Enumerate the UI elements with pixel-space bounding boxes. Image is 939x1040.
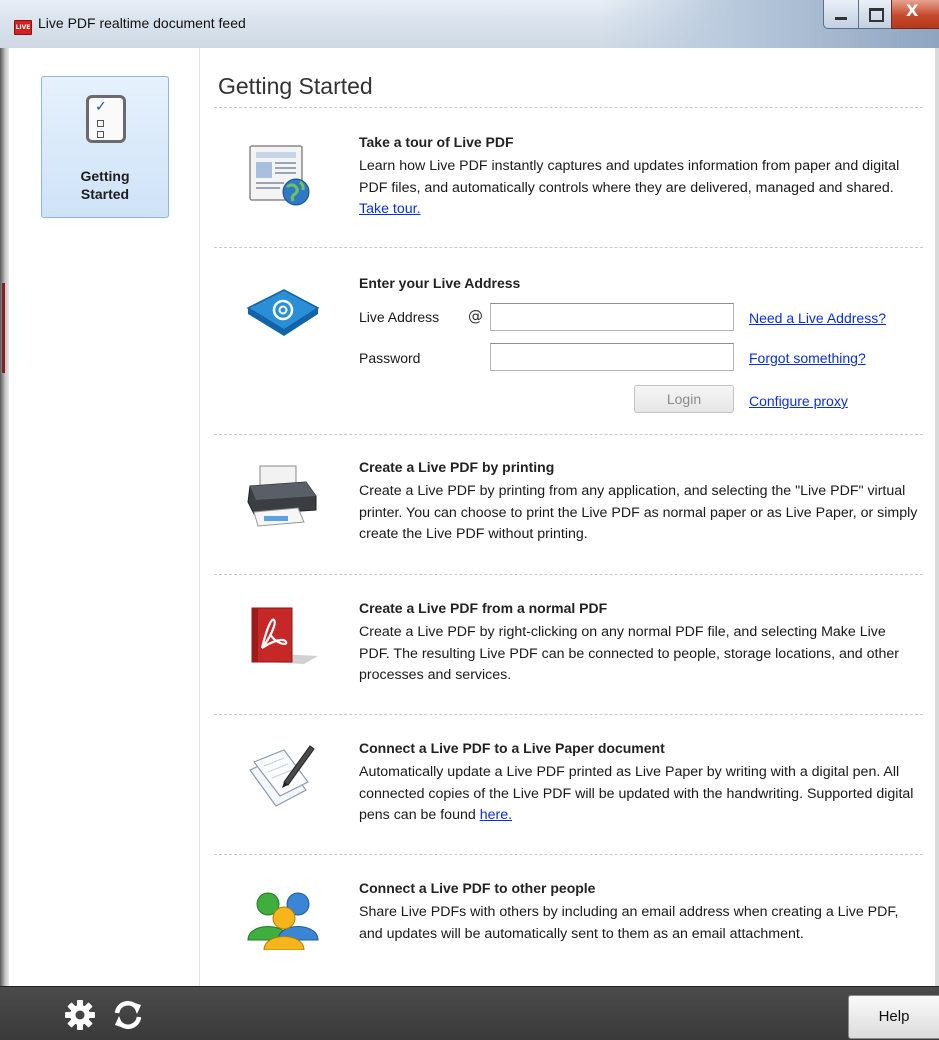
close-icon: X [906, 1, 919, 20]
print-heading: Create a Live PDF by printing [359, 459, 555, 475]
window-frame-left [0, 48, 9, 986]
main-content: Getting Started Take a tour of Live PDF … [200, 48, 935, 986]
divider [214, 574, 923, 575]
live-paper-body-text: Automatically update a Live PDF printed … [359, 764, 914, 823]
divider [214, 247, 923, 248]
live-address-input[interactable] [490, 303, 734, 331]
live-paper-description: Automatically update a Live PDF printed … [359, 762, 919, 827]
sidebar-item-getting-started[interactable]: ✓ Getting Started [41, 76, 169, 218]
page-title: Getting Started [218, 73, 373, 99]
login-heading: Enter your Live Address [359, 275, 521, 291]
window-title: Live PDF realtime document feed [38, 15, 246, 31]
password-label: Password [359, 350, 421, 366]
sidebar-item-label: Getting Started [80, 168, 130, 202]
at-sign: @ [468, 307, 483, 325]
checklist-icon: ✓ [86, 95, 126, 143]
people-icon [244, 884, 320, 951]
close-button[interactable]: X [891, 0, 939, 29]
sidebar: ✓ Getting Started [9, 48, 200, 986]
document-globe-icon [244, 142, 320, 208]
login-button[interactable]: Login [634, 385, 734, 413]
maximize-button[interactable] [858, 0, 892, 29]
adobe-pdf-icon [244, 604, 320, 670]
app-icon: LIVE [14, 20, 32, 35]
print-description: Create a Live PDF by printing from any a… [359, 483, 918, 542]
help-button[interactable]: Help [848, 995, 939, 1039]
normal-pdf-description: Create a Live PDF by right-clicking on a… [359, 624, 899, 683]
take-tour-link[interactable]: Take tour. [359, 201, 421, 217]
tour-heading: Take a tour of Live PDF [359, 134, 514, 150]
printer-icon [244, 462, 320, 528]
bottom-toolbar: Help [0, 986, 939, 1040]
paper-pen-icon [244, 744, 320, 810]
tour-body-text: Learn how Live PDF instantly captures an… [359, 158, 900, 196]
window-frame-right [935, 48, 939, 986]
forgot-something-link[interactable]: Forgot something? [749, 350, 866, 366]
digital-pens-here-link[interactable]: here. [480, 807, 512, 823]
password-input[interactable] [490, 343, 734, 371]
refresh-icon[interactable] [110, 997, 146, 1033]
minimize-button[interactable] [823, 0, 859, 29]
people-heading: Connect a Live PDF to other people [359, 880, 596, 896]
live-paper-heading: Connect a Live PDF to a Live Paper docum… [359, 740, 665, 756]
divider [214, 434, 923, 435]
normal-pdf-heading: Create a Live PDF from a normal PDF [359, 600, 608, 616]
need-live-address-link[interactable]: Need a Live Address? [749, 310, 886, 326]
people-description: Share Live PDFs with others by including… [359, 904, 899, 942]
divider [214, 854, 923, 855]
live-address-label: Live Address [359, 309, 440, 325]
minimize-icon [835, 17, 847, 20]
tour-description: Learn how Live PDF instantly captures an… [359, 156, 919, 221]
maximize-icon [869, 8, 884, 22]
title-bar[interactable]: LIVE Live PDF realtime document feed X [0, 0, 939, 48]
configure-proxy-link[interactable]: Configure proxy [749, 393, 848, 409]
gear-icon[interactable] [62, 997, 98, 1033]
email-at-icon [244, 278, 320, 344]
divider [214, 107, 923, 108]
frame-accent [2, 283, 5, 373]
divider [214, 714, 923, 715]
